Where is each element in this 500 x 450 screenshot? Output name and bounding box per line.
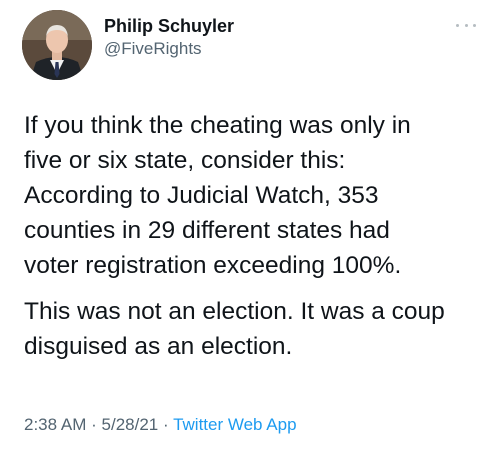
display-name[interactable]: Philip Schuyler <box>104 14 234 38</box>
tweet-time[interactable]: 2:38 AM <box>24 415 86 434</box>
tweet-date[interactable]: 5/28/21 <box>102 415 159 434</box>
more-options-icon[interactable] <box>456 20 476 30</box>
tweet-line: This was not an election. It was a coup <box>24 298 445 325</box>
dot-icon <box>456 23 459 27</box>
tweet-line: According to Judicial Watch, 353 <box>24 182 379 209</box>
tweet-line: disguised as an election. <box>24 333 293 360</box>
dot-icon <box>473 23 476 27</box>
dot-icon <box>464 23 468 27</box>
source-link[interactable]: Twitter Web App <box>173 415 296 434</box>
user-handle[interactable]: @FiveRights <box>104 38 234 60</box>
tweet-paragraph: If you think the cheating was only in fi… <box>24 108 484 283</box>
separator: · <box>91 415 97 434</box>
tweet-metadata: 2:38 AM · 5/28/21 · Twitter Web App <box>24 414 297 436</box>
tweet-card: Philip Schuyler @FiveRights If you think… <box>0 0 500 450</box>
separator: · <box>162 415 169 434</box>
author-block: Philip Schuyler @FiveRights <box>104 14 234 60</box>
tweet-text: If you think the cheating was only in fi… <box>24 108 484 364</box>
avatar[interactable] <box>22 10 92 80</box>
profile-photo-icon <box>22 10 92 80</box>
tweet-line: five or six state, consider this: <box>24 147 346 174</box>
tweet-line: If you think the cheating was only in <box>24 112 411 139</box>
tweet-line: counties in 29 different states had <box>24 217 390 244</box>
tweet-line: voter registration exceeding 100%. <box>24 252 402 279</box>
tweet-paragraph: This was not an election. It was a coup … <box>24 294 484 364</box>
